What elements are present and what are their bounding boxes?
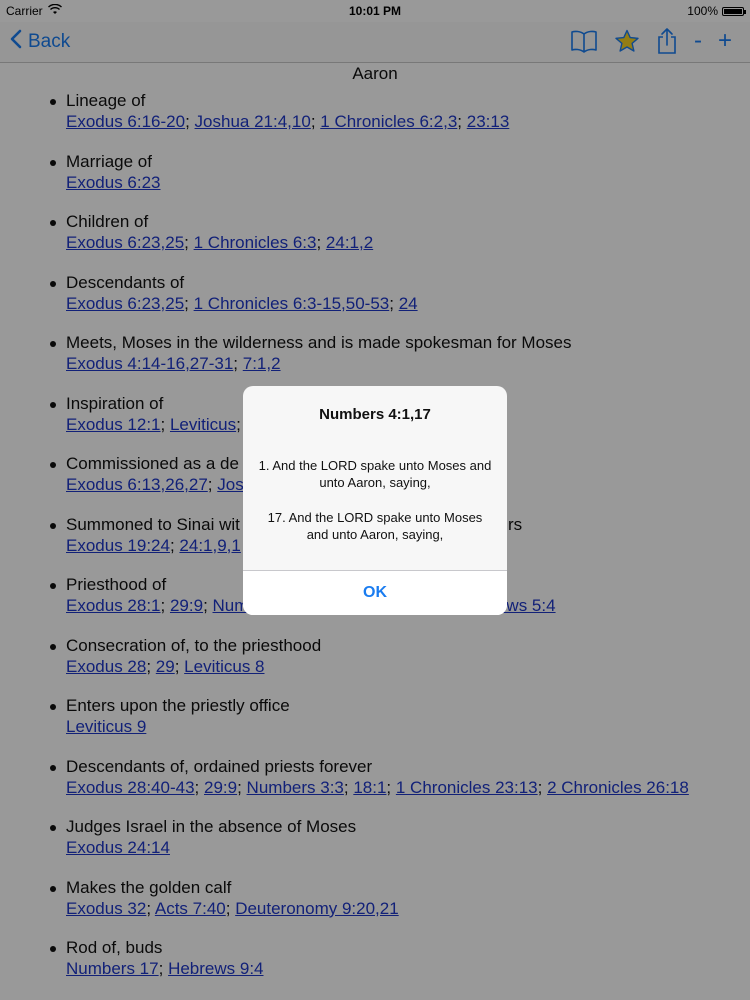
verse-dialog: Numbers 4:1,17 1. And the LORD spake unt… xyxy=(243,386,507,615)
dialog-verse: 1. And the LORD spake unto Moses and unt… xyxy=(258,458,492,490)
ok-button[interactable]: OK xyxy=(243,571,507,615)
dialog-body: 1. And the LORD spake unto Moses and unt… xyxy=(243,457,507,543)
dialog-title: Numbers 4:1,17 xyxy=(319,406,431,423)
dialog-verse: 17. And the LORD spake unto Moses and un… xyxy=(267,510,483,542)
